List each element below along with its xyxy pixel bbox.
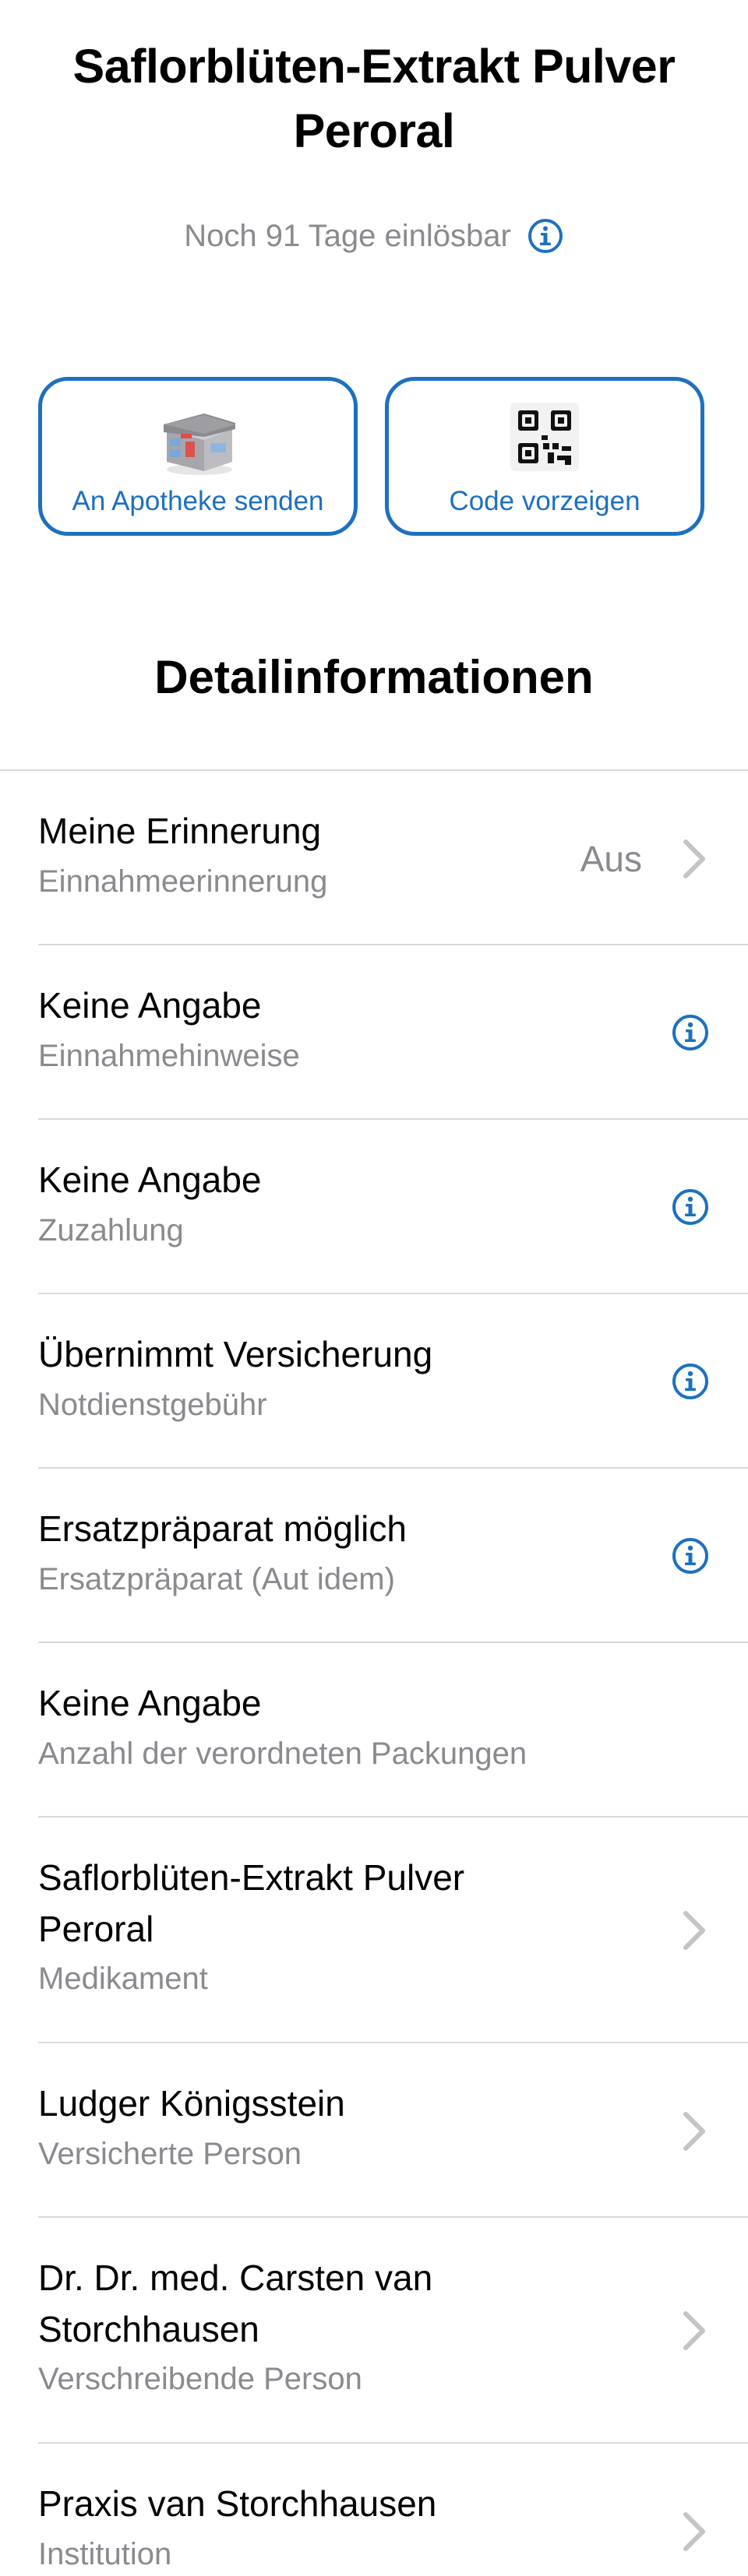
prescriber-row[interactable]: Dr. Dr. med. Carsten van Storchhausen Ve… — [0, 2218, 748, 2444]
row-secondary-text: Einnahmeerinnerung — [38, 864, 328, 899]
chevron-right-icon — [681, 1910, 707, 1951]
row-secondary-text: Verschreibende Person — [38, 2362, 362, 2396]
chevron-right-icon — [681, 839, 707, 879]
row-primary-text: Keine Angabe — [38, 985, 262, 1026]
details-section-title: Detailinformationen — [154, 651, 594, 703]
row-primary-text: Übernimmt Versicherung — [38, 1334, 433, 1374]
row-primary-text: Dr. Dr. med. Carsten van Storchhausen — [38, 2252, 432, 2355]
chevron-right-icon — [681, 2310, 707, 2351]
institution-row[interactable]: Praxis van Storchhausen Institution — [0, 2444, 748, 2571]
title-line-2: Peroral — [293, 104, 455, 157]
row-primary-line-2: Peroral — [38, 1909, 154, 1949]
title-line-1: Saflorblüten-Extrakt Pulver — [72, 40, 676, 93]
row-primary-line-1: Saflorblüten-Extrakt Pulver — [38, 1857, 465, 1898]
pharmacy-building-icon — [157, 399, 238, 477]
emergency-fee-row[interactable]: Übernimmt Versicherung Notdienstgebühr — [0, 1294, 748, 1469]
show-code-label: Code vorzeigen — [449, 486, 640, 516]
row-secondary-text: Anzahl der verordneten Packungen — [38, 1737, 527, 1771]
row-secondary-text: Versicherte Person — [38, 2137, 302, 2171]
reminder-row[interactable]: Meine Erinnerung Einnahmeerinnerung Aus — [0, 771, 748, 945]
insured-person-row[interactable]: Ludger Königsstein Versicherte Person — [0, 2043, 748, 2218]
intake-notes-row[interactable]: Keine Angabe Einnahmehinweise — [0, 945, 748, 1120]
row-secondary-text: Einnahmehinweise — [38, 1039, 300, 1073]
send-to-pharmacy-button[interactable]: An Apotheke senden — [38, 377, 358, 536]
row-secondary-text: Notdienstgebühr — [38, 1388, 267, 1422]
validity-info: Noch 91 Tage einlösbar — [0, 210, 748, 262]
send-to-pharmacy-label: An Apotheke senden — [72, 486, 324, 516]
qr-code-icon — [504, 399, 585, 477]
package-count-row: Keine Angabe Anzahl der verordneten Pack… — [0, 1643, 748, 1818]
row-primary-line-2: Storchhausen — [38, 2309, 259, 2349]
chevron-right-icon — [681, 2511, 707, 2552]
row-primary-text: Ersatzpräparat möglich — [38, 1508, 407, 1549]
row-secondary-text: Ersatzpräparat (Aut idem) — [38, 1562, 395, 1596]
info-circle-icon[interactable] — [527, 217, 564, 255]
info-circle-icon[interactable] — [671, 1536, 710, 1575]
show-code-button[interactable]: Code vorzeigen — [385, 377, 704, 536]
info-circle-icon[interactable] — [671, 1013, 710, 1052]
row-primary-text: Keine Angabe — [38, 1160, 262, 1200]
validity-text: Noch 91 Tage einlösbar — [184, 218, 511, 253]
page-title: Saflorblüten-Extrakt Pulver Peroral — [0, 34, 748, 164]
row-secondary-text: Zuzahlung — [38, 1213, 184, 1248]
reminder-value: Aus — [580, 839, 642, 879]
row-primary-text: Keine Angabe — [38, 1683, 262, 1723]
row-primary-text: Praxis van Storchhausen — [38, 2483, 437, 2524]
substitute-row[interactable]: Ersatzpräparat möglich Ersatzpräparat (A… — [0, 1469, 748, 1643]
info-circle-icon[interactable] — [671, 1188, 710, 1226]
info-circle-icon[interactable] — [671, 1362, 710, 1401]
medication-row[interactable]: Saflorblüten-Extrakt Pulver Peroral Medi… — [0, 1818, 748, 2043]
row-primary-text: Meine Erinnerung — [38, 811, 322, 851]
copayment-row[interactable]: Keine Angabe Zuzahlung — [0, 1120, 748, 1294]
chevron-right-icon — [681, 2111, 707, 2152]
row-primary-text: Ludger Königsstein — [38, 2083, 345, 2124]
row-secondary-text: Medikament — [38, 1962, 208, 1996]
row-primary-text: Saflorblüten-Extrakt Pulver Peroral — [38, 1852, 464, 1955]
row-primary-line-1: Dr. Dr. med. Carsten van — [38, 2258, 433, 2298]
